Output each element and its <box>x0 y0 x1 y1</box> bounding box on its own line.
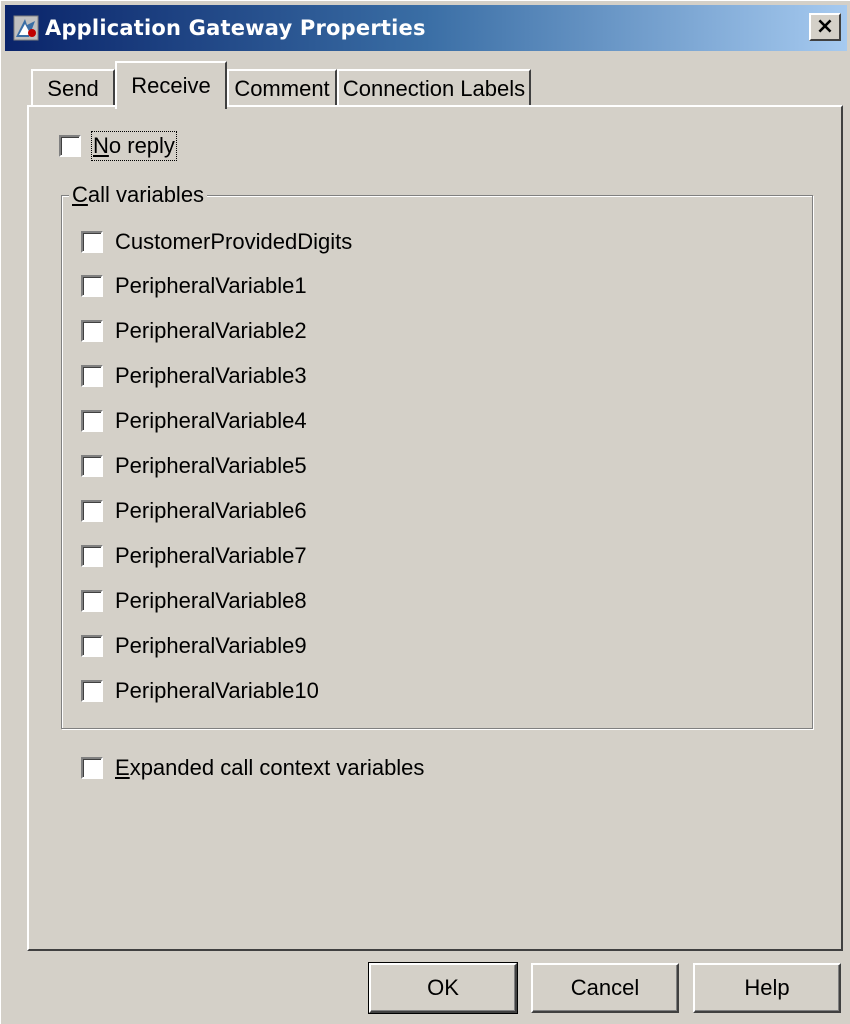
close-icon: × <box>815 14 835 39</box>
var-label-2[interactable]: PeripheralVariable2 <box>115 318 307 344</box>
var-checkbox-0[interactable] <box>81 231 103 253</box>
ok-button-label: OK <box>427 975 459 1000</box>
var-label-3[interactable]: PeripheralVariable3 <box>115 363 307 389</box>
var-checkbox-5[interactable] <box>81 455 103 477</box>
var-label-0[interactable]: CustomerProvidedDigits <box>115 229 352 255</box>
var-checkbox-2[interactable] <box>81 320 103 342</box>
tab-comment[interactable]: Comment <box>227 69 337 107</box>
expanded-ccv-label[interactable]: Expanded call context variables <box>115 755 424 781</box>
no-reply-label[interactable]: No reply <box>91 131 177 161</box>
var-label-4[interactable]: PeripheralVariable4 <box>115 408 307 434</box>
var-label-7[interactable]: PeripheralVariable7 <box>115 543 307 569</box>
var-checkbox-8[interactable] <box>81 590 103 612</box>
tab-comment-label: Comment <box>234 76 330 101</box>
receive-tab-panel: No reply Call variables CustomerProvided… <box>27 105 843 951</box>
var-checkbox-1[interactable] <box>81 275 103 297</box>
tab-send[interactable]: Send <box>31 69 115 107</box>
cancel-button[interactable]: Cancel <box>531 963 679 1013</box>
var-label-9[interactable]: PeripheralVariable9 <box>115 633 307 659</box>
title-bar[interactable]: Application Gateway Properties × <box>5 5 847 51</box>
ok-button[interactable]: OK <box>368 962 518 1014</box>
tab-receive[interactable]: Receive <box>115 61 227 109</box>
var-checkbox-3[interactable] <box>81 365 103 387</box>
close-button[interactable]: × <box>809 13 841 41</box>
tab-receive-label: Receive <box>131 73 211 98</box>
var-label-8[interactable]: PeripheralVariable8 <box>115 588 307 614</box>
var-checkbox-4[interactable] <box>81 410 103 432</box>
cancel-button-label: Cancel <box>570 975 640 1000</box>
var-checkbox-6[interactable] <box>81 500 103 522</box>
application-gateway-icon <box>13 15 39 41</box>
var-label-10[interactable]: PeripheralVariable10 <box>115 678 319 704</box>
expanded-ccv-checkbox[interactable] <box>81 757 103 779</box>
var-label-6[interactable]: PeripheralVariable6 <box>115 498 307 524</box>
help-button-label: Help <box>744 975 790 1000</box>
help-button[interactable]: Help <box>693 963 841 1013</box>
call-variables-legend: Call variables <box>69 183 208 207</box>
var-checkbox-7[interactable] <box>81 545 103 567</box>
var-checkbox-9[interactable] <box>81 635 103 657</box>
var-label-5[interactable]: PeripheralVariable5 <box>115 453 307 479</box>
var-checkbox-10[interactable] <box>81 680 103 702</box>
tab-send-label: Send <box>47 76 99 101</box>
dialog-window: Application Gateway Properties × Send Re… <box>0 0 850 1024</box>
var-label-1[interactable]: PeripheralVariable1 <box>115 273 307 299</box>
tab-connection-labels[interactable]: Connection Labels <box>337 69 531 107</box>
dialog-title: Application Gateway Properties <box>45 16 426 40</box>
no-reply-checkbox[interactable] <box>59 135 81 157</box>
tab-connection-labels-label: Connection Labels <box>342 76 526 101</box>
